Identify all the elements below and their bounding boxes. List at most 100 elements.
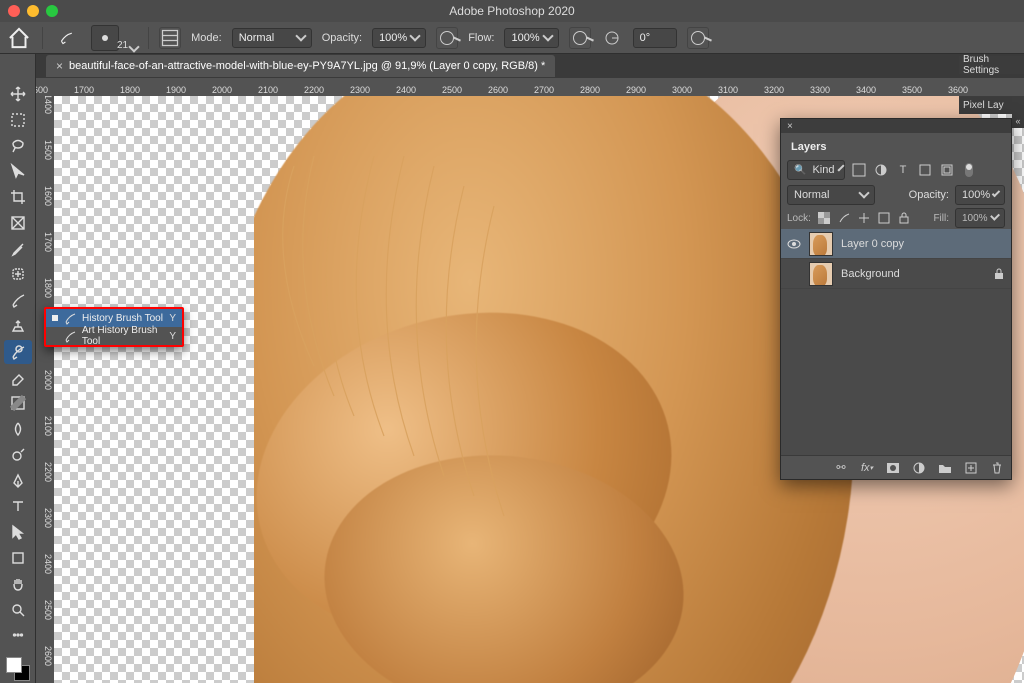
filter-kind-dropdown[interactable]: 🔍Kind (787, 160, 845, 180)
lasso-tool[interactable] (4, 134, 32, 158)
airbrush-button[interactable] (569, 27, 591, 49)
pixel-layer-stub[interactable]: Pixel Lay (959, 96, 1024, 114)
path-select-tool[interactable] (4, 520, 32, 544)
close-window-icon[interactable] (8, 5, 20, 17)
opacity-input[interactable]: 100% (372, 28, 426, 48)
filter-type-icon[interactable]: T (895, 162, 911, 178)
ruler-mark: 1500 (43, 140, 53, 160)
eraser-tool[interactable] (4, 366, 32, 390)
lock-image-icon[interactable] (837, 211, 851, 225)
ruler-mark: 2500 (442, 85, 462, 95)
type-tool[interactable] (4, 495, 32, 519)
document-tab[interactable]: × beautiful-face-of-an-attractive-model-… (46, 55, 555, 77)
pen-pressure-icon (691, 31, 705, 45)
dodge-tool[interactable] (4, 443, 32, 467)
brush-panel-button[interactable] (159, 27, 181, 49)
shortcut-key: Y (169, 313, 176, 324)
marquee-tool[interactable] (4, 108, 32, 132)
ruler-mark: 2400 (396, 85, 416, 95)
fx-icon[interactable]: fx▾ (859, 460, 875, 476)
filter-pixel-icon[interactable] (851, 162, 867, 178)
vertical-ruler: 1400150016001700180019002000210022002300… (36, 96, 54, 683)
fill-label: Fill: (933, 213, 949, 224)
ruler-mark: 2100 (258, 85, 278, 95)
home-button[interactable] (6, 26, 32, 50)
tools-panel (0, 54, 36, 683)
flyout-item[interactable]: Art History Brush ToolY (46, 327, 182, 345)
mask-icon[interactable] (885, 460, 901, 476)
layers-tab[interactable]: Layers (781, 137, 836, 157)
gradient-tool[interactable] (4, 391, 32, 415)
layer-row[interactable]: Layer 0 copy (781, 229, 1011, 259)
filter-smart-icon[interactable] (939, 162, 955, 178)
link-layers-icon[interactable]: ⚯ (833, 460, 849, 476)
lock-position-icon[interactable] (857, 211, 871, 225)
chevron-down-icon[interactable] (128, 41, 139, 52)
layer-name: Layer 0 copy (841, 238, 904, 250)
healing-brush-tool[interactable] (4, 262, 32, 286)
layer-opacity-input[interactable]: 100% (955, 185, 1005, 205)
crop-tool[interactable] (4, 185, 32, 209)
trash-icon[interactable] (989, 460, 1005, 476)
brush-settings-tab[interactable]: Brush Settings (959, 56, 1024, 74)
chevron-down-icon (542, 30, 553, 41)
pressure-size-button[interactable] (687, 27, 709, 49)
flow-label: Flow: (468, 32, 494, 44)
layer-blend-dropdown[interactable]: Normal (787, 185, 875, 205)
minimize-window-icon[interactable] (27, 5, 39, 17)
new-layer-icon[interactable] (963, 460, 979, 476)
lock-transparency-icon[interactable] (817, 211, 831, 225)
chevron-down-icon (410, 30, 421, 41)
brush-tool[interactable] (4, 288, 32, 312)
lock-artboard-icon[interactable] (877, 211, 891, 225)
chevron-down-icon (838, 164, 845, 171)
layer-fill-input[interactable]: 100% (955, 208, 1005, 228)
layer-row[interactable]: Background (781, 259, 1011, 289)
visibility-icon[interactable] (787, 237, 801, 251)
visibility-icon[interactable] (787, 267, 801, 281)
close-tab-icon[interactable]: × (56, 59, 63, 73)
layer-thumbnail[interactable] (809, 232, 833, 256)
group-icon[interactable] (937, 460, 953, 476)
move-tool[interactable] (4, 82, 32, 106)
history-brush-tool[interactable] (4, 340, 32, 364)
window-controls (8, 5, 58, 17)
brush-icon (64, 330, 76, 342)
layer-thumbnail[interactable] (809, 262, 833, 286)
pressure-opacity-button[interactable] (436, 27, 458, 49)
maximize-window-icon[interactable] (46, 5, 58, 17)
ruler-mark: 1900 (166, 85, 186, 95)
eyedropper-tool[interactable] (4, 237, 32, 261)
color-swatches[interactable] (4, 655, 32, 683)
adjustment-icon[interactable] (911, 460, 927, 476)
zoom-tool[interactable] (4, 598, 32, 622)
frame-tool[interactable] (4, 211, 32, 235)
document-tabs: × beautiful-face-of-an-attractive-model-… (0, 54, 1024, 78)
edit-toolbar-button[interactable] (4, 623, 32, 647)
angle-icon[interactable] (601, 27, 623, 49)
foreground-color-swatch[interactable] (6, 657, 22, 673)
collapse-panel-icon[interactable]: « (1012, 114, 1024, 128)
filter-toggle[interactable] (961, 162, 977, 178)
hand-tool[interactable] (4, 572, 32, 596)
close-panel-icon[interactable]: × (787, 121, 793, 132)
quick-select-tool[interactable] (4, 159, 32, 183)
shape-tool[interactable] (4, 546, 32, 570)
ruler-mark: 3400 (856, 85, 876, 95)
blend-mode-dropdown[interactable]: Normal (232, 28, 312, 48)
blur-tool[interactable] (4, 417, 32, 441)
panel-header[interactable]: × (781, 119, 1011, 133)
flow-input[interactable]: 100% (504, 28, 558, 48)
ruler-mark: 2100 (43, 416, 53, 436)
clone-stamp-tool[interactable] (4, 314, 32, 338)
brush-preset-picker[interactable] (91, 25, 119, 51)
separator (148, 27, 149, 49)
tool-flyout-menu: History Brush ToolYArt History Brush Too… (44, 307, 184, 347)
lock-label: Lock: (787, 213, 811, 224)
current-tool-icon[interactable] (53, 26, 81, 50)
angle-input[interactable]: 0° (633, 28, 677, 48)
filter-adjust-icon[interactable] (873, 162, 889, 178)
filter-shape-icon[interactable] (917, 162, 933, 178)
pen-tool[interactable] (4, 469, 32, 493)
lock-all-icon[interactable] (897, 211, 911, 225)
